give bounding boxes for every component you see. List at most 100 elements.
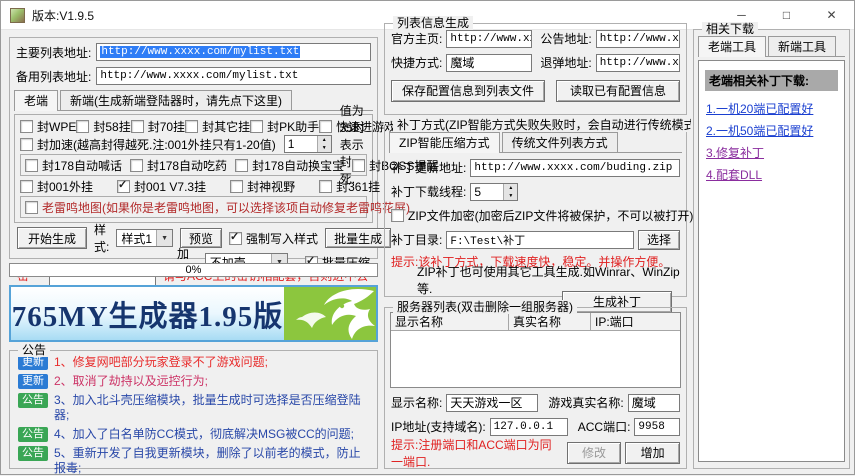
- cb-001-v73[interactable]: 封001 V7.3挂: [117, 178, 206, 195]
- checkbox-label: ZIP文件加密(加密后ZIP文件将被保护，不可以被打开): [408, 207, 693, 224]
- tab-zip-mode[interactable]: ZIP智能压缩方式: [389, 132, 500, 153]
- server-table[interactable]: 显示名称 真实名称 IP:端口: [390, 312, 681, 388]
- tab-old-tools[interactable]: 老端工具: [698, 36, 766, 57]
- patch-panel: 补丁方式(ZIP智能方式失败失败时，会自动进行传统模式下载) ZIP智能压缩方式…: [384, 125, 687, 297]
- checkbox-icon: [130, 159, 143, 172]
- read-config-button[interactable]: 读取已有配置信息: [556, 80, 680, 102]
- window-title: 版本:V1.9.5: [32, 7, 94, 24]
- official-site-value: http://www.xxxx.com: [450, 33, 532, 45]
- checkbox-icon: [76, 120, 89, 133]
- backup-list-input[interactable]: http://www.xxxx.com/mylist.txt: [96, 67, 371, 85]
- cb-178-huanbaobao[interactable]: 封178自动换宝宝: [235, 157, 344, 174]
- notice-title: 公告: [18, 343, 50, 357]
- checkbox-label: 封178自动喊话: [42, 157, 122, 174]
- cb-leiming-map[interactable]: 老雷鸣地图(如果你是老雷鸣地图，可以选择该项自动修复老雷鸣花屏): [25, 199, 410, 216]
- stepper-arrows[interactable]: [317, 136, 331, 152]
- checkbox-icon: [20, 180, 33, 193]
- cb-zip-encrypt[interactable]: ZIP文件加密(加密后ZIP文件将被保护，不可以被打开): [391, 207, 693, 224]
- checkbox-label: 封神视野: [247, 178, 295, 195]
- cb-001-waigua[interactable]: 封001外挂: [20, 178, 93, 195]
- cb-wpe[interactable]: 封WPE: [20, 118, 76, 135]
- save-config-button[interactable]: 保存配置信息到列表文件: [391, 80, 545, 102]
- display-name-input[interactable]: 天天游戏一区: [446, 394, 538, 412]
- style-select[interactable]: 样式1: [116, 229, 173, 247]
- cb-speed-block[interactable]: 封加速(越高封得越死.注:001外挂只有1-20值): [20, 136, 276, 153]
- ip-label: IP地址(支持域名):: [391, 418, 486, 435]
- notice-item: 公告 5、重新开发了自我更新模块，删除了以前老的模式，防止报毒;: [18, 446, 369, 476]
- patch-dir-value: F:\Test\补丁: [450, 232, 525, 248]
- notice-text: 1、修复网吧部分玩家登录不了游戏问题;: [54, 355, 268, 370]
- cb-qita-gua[interactable]: 封其它挂: [185, 118, 250, 135]
- patch-tabstrip: ZIP智能压缩方式 传统文件列表方式: [389, 134, 682, 153]
- batch-generate-button[interactable]: 批量生成: [325, 228, 391, 248]
- display-name-value: 天天游戏一区: [450, 394, 522, 411]
- modify-server-button[interactable]: 修改: [567, 442, 622, 464]
- downloads-title: 相关下载: [702, 22, 758, 36]
- arrow-down-icon[interactable]: [504, 192, 517, 200]
- tab-traditional-mode[interactable]: 传统文件列表方式: [502, 132, 618, 152]
- col-real-name[interactable]: 真实名称: [509, 313, 591, 330]
- downloads-list: 老端相关补丁下载: 1.一机20端已配置好 2.一机50端已配置好 3.修复补丁…: [698, 60, 845, 462]
- download-link-4[interactable]: 4.配套DLL: [706, 166, 837, 183]
- arrow-down-icon[interactable]: [318, 144, 331, 152]
- ip-input[interactable]: 127.0.0.1: [490, 418, 568, 436]
- tab-old-client[interactable]: 老端: [14, 90, 58, 111]
- bounce-url-input[interactable]: http://www.xxxx.com: [596, 54, 680, 72]
- download-link-1[interactable]: 1.一机20端已配置好: [706, 100, 837, 117]
- list-info-title: 列表信息生成: [393, 16, 473, 30]
- notice-item: 公告 3、加入北斗壳压缩模块，批量生成时可选择是否压缩登陆器;: [18, 393, 369, 423]
- notice-url-input[interactable]: http://www.xxxx.com: [596, 30, 680, 48]
- checkbox-icon: [185, 120, 198, 133]
- col-display-name[interactable]: 显示名称: [391, 313, 509, 330]
- checkbox-icon: [25, 159, 38, 172]
- col-ip-port[interactable]: IP:端口: [591, 313, 680, 330]
- cb-178-chiyao[interactable]: 封178自动吃药: [130, 157, 227, 174]
- main-list-input[interactable]: http://www.xxxx.com/mylist.txt: [96, 43, 371, 61]
- download-link-2[interactable]: 2.一机50端已配置好: [706, 122, 837, 139]
- arrow-up-icon[interactable]: [318, 136, 331, 144]
- checkbox-icon: [352, 159, 365, 172]
- patch-dir-input[interactable]: F:\Test\补丁: [446, 231, 634, 249]
- notice-item: 更新 1、修复网吧部分玩家登录不了游戏问题;: [18, 355, 369, 370]
- patch-url-input[interactable]: http://www.xxxx.com/buding.zip: [470, 159, 680, 177]
- checkbox-label: 封70挂: [148, 118, 185, 135]
- speed-value-stepper[interactable]: 1: [284, 135, 332, 153]
- chevron-down-icon[interactable]: [156, 230, 172, 246]
- start-generate-button[interactable]: 开始生成: [17, 227, 87, 249]
- patch-title: 补丁方式(ZIP智能方式失败失败时，会自动进行传统模式下载): [393, 118, 691, 132]
- choose-dir-button[interactable]: 选择: [638, 230, 680, 250]
- block-options-panel: 封WPE 封58挂 封70挂 封其它挂 封PK助手 快速进游戏 封加速(越高封得…: [14, 114, 373, 223]
- tab-new-tools[interactable]: 新端工具: [768, 36, 836, 56]
- cb-70gua[interactable]: 封70挂: [131, 118, 185, 135]
- add-server-button[interactable]: 增加: [625, 442, 680, 464]
- thread-count-stepper[interactable]: 5: [470, 183, 518, 201]
- shortcut-label: 快捷方式:: [391, 54, 442, 71]
- cb-pk-zhushou[interactable]: 封PK助手: [250, 118, 319, 135]
- block-row-178: 封178自动喊话 封178自动吃药 封178自动换宝宝 封BOSS提醒: [20, 154, 367, 176]
- real-name-input[interactable]: 魔域: [628, 394, 680, 412]
- notice-text: 2、取消了劫持以及远控行为;: [54, 374, 208, 389]
- cb-shen-shiye[interactable]: 封神视野: [230, 178, 295, 195]
- cb-force-style[interactable]: 强制写入样式: [229, 230, 318, 247]
- cb-361-gua[interactable]: 封361挂: [319, 178, 380, 195]
- shortcut-input[interactable]: 魔域: [446, 54, 532, 72]
- speed-suffix-label: 值为35时表示封死.: [340, 102, 367, 187]
- close-button[interactable]: ✕: [809, 1, 854, 29]
- download-link-3[interactable]: 3.修复补丁: [706, 144, 837, 161]
- acc-port-input[interactable]: 9958: [634, 418, 680, 436]
- cb-178-hanhua[interactable]: 封178自动喊话: [25, 157, 122, 174]
- stepper-arrows[interactable]: [503, 184, 517, 200]
- tab-new-client[interactable]: 新端(生成新端登陆器时，请先点下这里): [60, 90, 292, 110]
- notice-badge: 公告: [18, 393, 48, 408]
- style-value: 样式1: [117, 230, 156, 246]
- checkbox-icon: [391, 209, 404, 222]
- cb-58gua[interactable]: 封58挂: [76, 118, 130, 135]
- block-row-001: 封001外挂 封001 V7.3挂 封神视野 封361挂: [20, 177, 367, 195]
- arrow-up-icon[interactable]: [504, 184, 517, 192]
- downloads-tabstrip: 老端工具 新端工具: [698, 38, 845, 57]
- server-tip: 提示:注册端口和ACC端口为同一端口.: [391, 436, 563, 470]
- maximize-button[interactable]: □: [764, 1, 809, 29]
- official-site-label: 官方主页:: [391, 30, 442, 47]
- official-site-input[interactable]: http://www.xxxx.com: [446, 30, 532, 48]
- main-list-value: http://www.xxxx.com/mylist.txt: [100, 46, 300, 58]
